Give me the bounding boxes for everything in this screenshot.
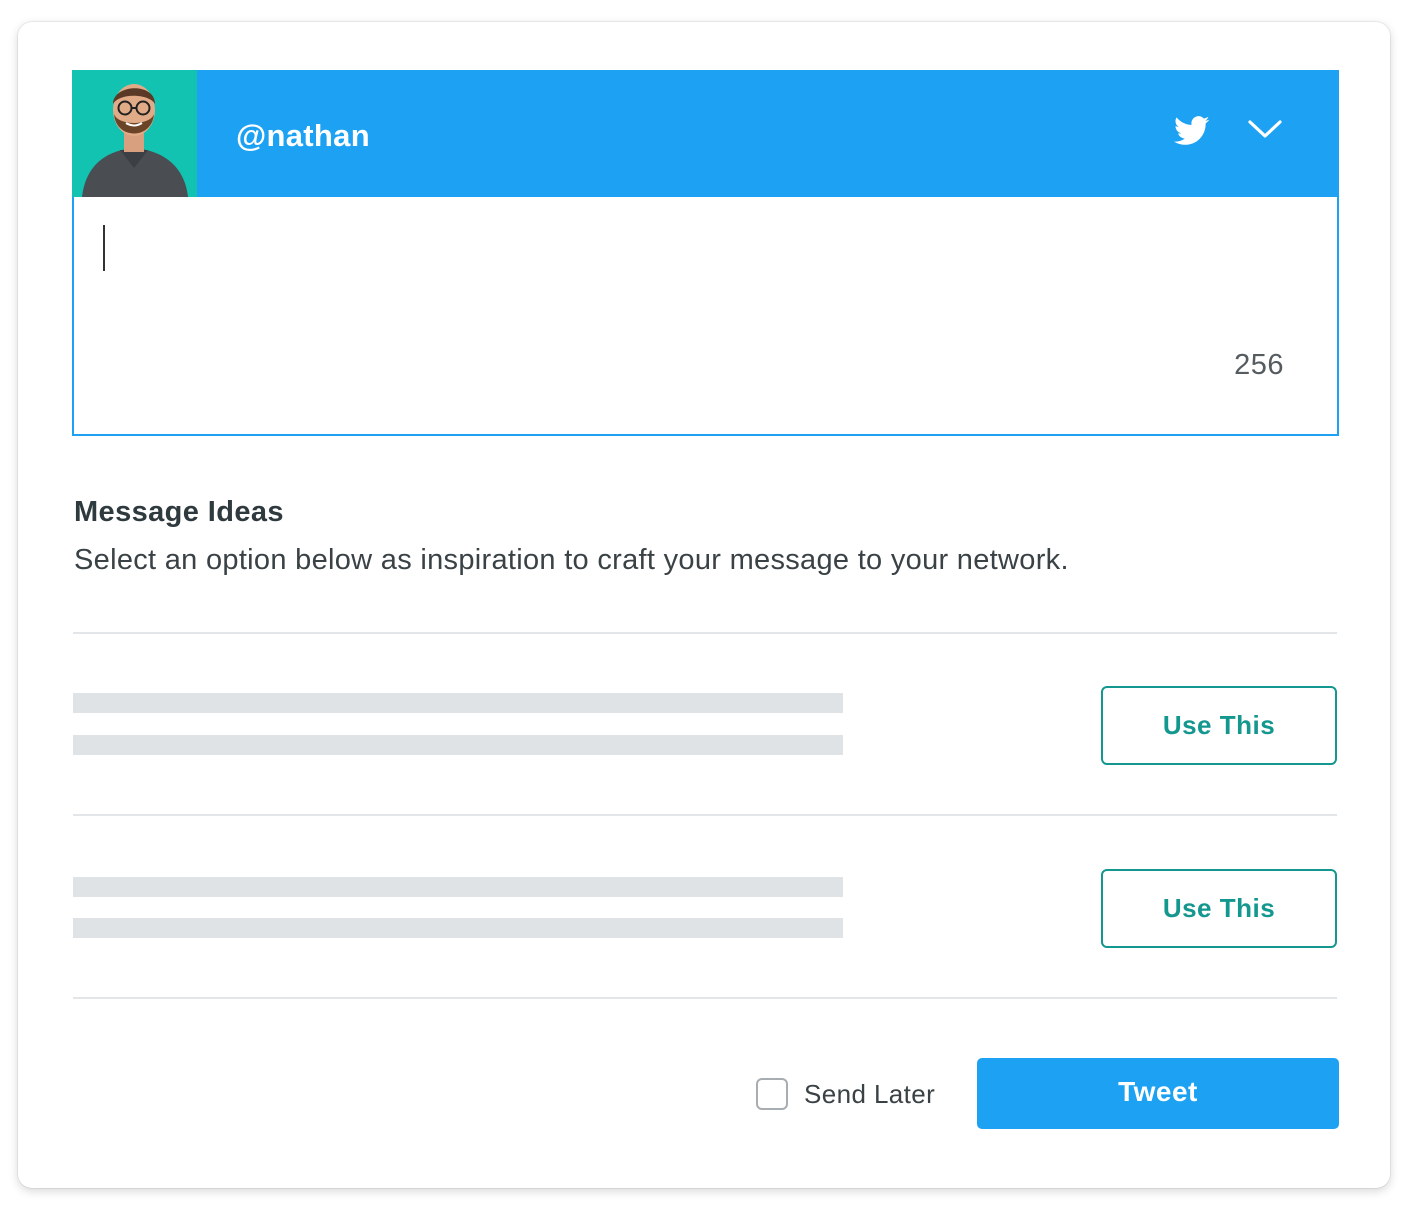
twitter-icon xyxy=(1174,116,1210,145)
share-card: @nathan 256 Message Ideas Select an opti… xyxy=(18,22,1390,1188)
avatar-portrait xyxy=(72,70,197,197)
account-handle: @nathan xyxy=(236,118,370,153)
account-header[interactable]: @nathan xyxy=(72,70,1339,197)
idea-placeholder-line xyxy=(73,918,843,938)
idea-placeholder-line xyxy=(73,877,843,897)
divider xyxy=(73,814,1337,816)
send-later-label: Send Later xyxy=(804,1078,936,1109)
idea-placeholder-line xyxy=(73,693,843,713)
message-input[interactable]: 256 xyxy=(72,197,1339,436)
send-later-option[interactable]: Send Later xyxy=(756,1078,935,1110)
use-this-button[interactable]: Use This xyxy=(1101,869,1337,948)
send-later-checkbox[interactable] xyxy=(756,1078,788,1110)
text-cursor xyxy=(103,225,105,271)
message-ideas-title: Message Ideas xyxy=(74,496,284,528)
use-this-button[interactable]: Use This xyxy=(1101,686,1337,765)
tweet-button[interactable]: Tweet xyxy=(977,1058,1339,1129)
message-ideas-description: Select an option below as inspiration to… xyxy=(74,544,1069,576)
chevron-down-icon[interactable] xyxy=(1246,116,1284,142)
idea-placeholder-line xyxy=(73,735,843,755)
character-counter: 256 xyxy=(1234,349,1284,381)
avatar xyxy=(72,70,197,197)
divider xyxy=(73,997,1337,999)
divider xyxy=(73,632,1337,634)
